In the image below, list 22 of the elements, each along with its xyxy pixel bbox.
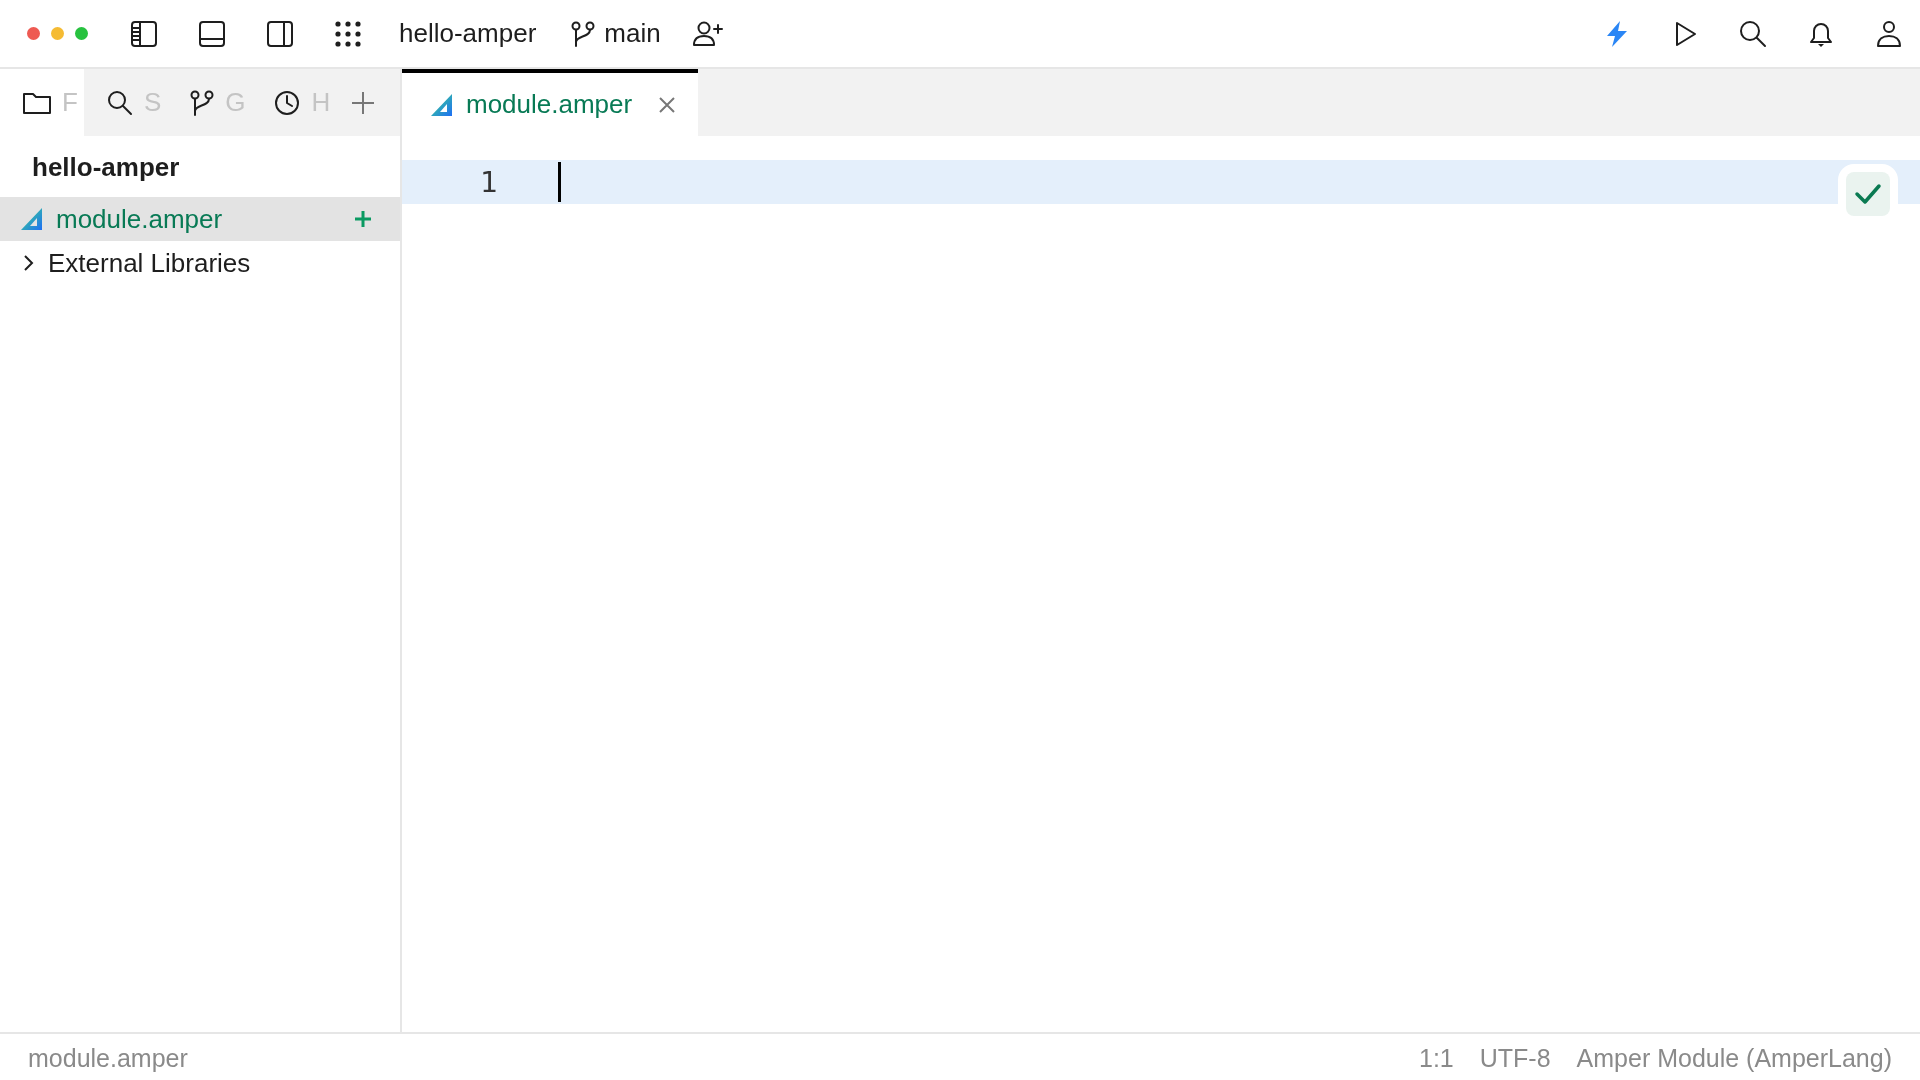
project-title: hello-amper (31, 151, 181, 184)
file-type[interactable]: Amper Module (AmperLang) (1576, 1043, 1892, 1073)
close-window-button[interactable] (27, 27, 40, 40)
amper-logo-icon (20, 207, 44, 231)
amper-logo-icon (430, 92, 454, 117)
close-icon[interactable] (658, 95, 677, 114)
branch-selector[interactable]: main (570, 18, 661, 49)
add-icon[interactable] (354, 210, 372, 228)
clock-icon (273, 88, 302, 117)
tree-item[interactable]: External Libraries (0, 241, 400, 285)
editor-tab[interactable]: module.amper (402, 69, 699, 136)
branch-icon (189, 88, 216, 117)
branch-icon (570, 19, 597, 48)
file-encoding[interactable]: UTF-8 (1479, 1043, 1551, 1073)
search-icon (105, 88, 134, 117)
project-selector[interactable]: hello-amper (399, 18, 537, 49)
line-number: 1 (479, 165, 498, 199)
text-cursor (558, 162, 561, 202)
sidebar-tab[interactable]: F (0, 69, 84, 136)
status-file-name[interactable]: module.amper (28, 1043, 188, 1073)
tree-item[interactable]: module.amper (0, 197, 400, 241)
cursor-position[interactable]: 1:1 (1419, 1043, 1454, 1073)
